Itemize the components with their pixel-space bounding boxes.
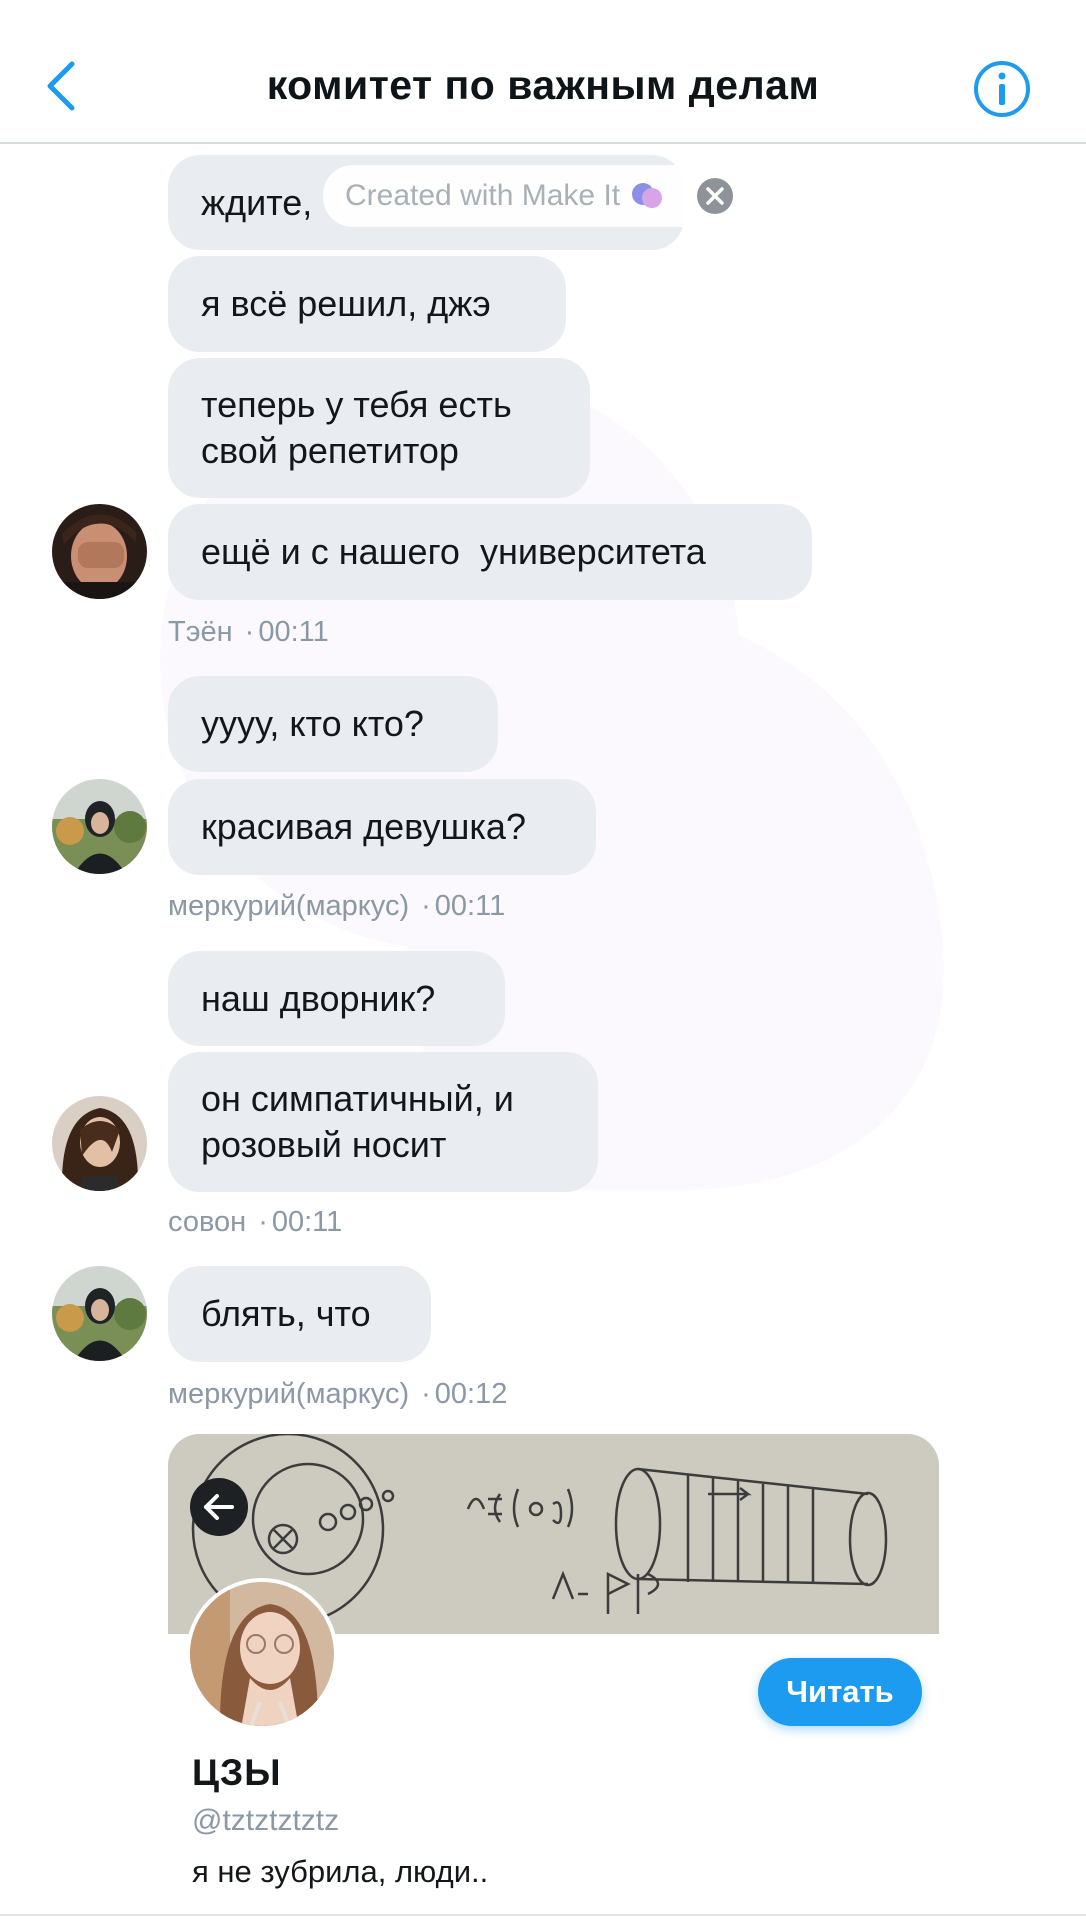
message-time: 00:11 bbox=[258, 616, 329, 648]
message-text: наш дворник? bbox=[201, 977, 436, 1019]
chat-title: комитет по важным делам bbox=[266, 62, 820, 108]
profile-bio: я не зубрила, люди.. bbox=[192, 1854, 489, 1889]
info-circle-icon bbox=[974, 61, 1030, 117]
avatar[interactable] bbox=[52, 1096, 147, 1191]
profile-name: ЦЗЫ bbox=[192, 1752, 282, 1793]
message-bubble[interactable]: я всё решил, джэ bbox=[168, 256, 566, 352]
profile-handle: @tztztztztz bbox=[192, 1804, 340, 1837]
message-meta: Тэён · 00:11 bbox=[168, 616, 329, 649]
meta-separator: · bbox=[421, 890, 431, 922]
message-bubble[interactable]: он симпатичный, и розовый носит bbox=[168, 1052, 598, 1192]
message-bubble[interactable]: красивая девушка? bbox=[168, 779, 596, 875]
message-text: теперь у тебя есть свой репетитор bbox=[201, 384, 512, 471]
sender-name: Тэён bbox=[168, 616, 233, 648]
message-text: ещё и с нашего университета bbox=[201, 531, 706, 572]
arrow-left-icon bbox=[204, 1494, 234, 1520]
message-text: блять, что bbox=[201, 1293, 371, 1334]
message-bubble[interactable]: блять, что bbox=[168, 1266, 431, 1362]
chat-header: комитет по важным делам bbox=[0, 0, 1086, 144]
message-text: ждите, bbox=[201, 181, 313, 223]
profile-card[interactable]: Читать ЦЗЫ @tztztztztz я не зубрила, люд… bbox=[168, 1434, 939, 1920]
message-meta: меркурий(маркус) · 00:12 bbox=[168, 1378, 507, 1411]
meta-separator: · bbox=[258, 1206, 268, 1238]
sender-name: меркурий(маркус) bbox=[168, 1378, 410, 1410]
avatar-sowon-image bbox=[52, 1096, 147, 1191]
message-text: он симпатичный, и розовый носит bbox=[201, 1078, 514, 1165]
profile-avatar-image bbox=[190, 1582, 334, 1726]
profile-avatar[interactable] bbox=[186, 1578, 338, 1730]
info-button[interactable] bbox=[972, 59, 1032, 119]
avatar-mark-image bbox=[52, 779, 147, 874]
message-time: 00:11 bbox=[271, 1206, 343, 1238]
avatar-taeyong-image bbox=[52, 504, 147, 599]
message-text: красивая девушка? bbox=[201, 806, 526, 847]
message-meta: меркурий(маркус) · 00:11 bbox=[168, 890, 505, 923]
message-text: я всё решил, джэ bbox=[201, 283, 491, 324]
avatar[interactable] bbox=[52, 779, 147, 874]
speech-bubbles-icon bbox=[632, 183, 663, 208]
message-bubble[interactable]: уууу, кто кто? bbox=[168, 676, 498, 772]
message-bubble[interactable]: теперь у тебя есть свой репетитор bbox=[168, 358, 590, 498]
meta-separator: · bbox=[244, 616, 255, 648]
message-text: уууу, кто кто? bbox=[201, 703, 424, 744]
follow-button[interactable]: Читать bbox=[758, 1658, 922, 1726]
make-it-watermark: Created with Make It bbox=[323, 165, 743, 227]
watermark-text: Created with Make It bbox=[345, 179, 621, 212]
sender-name: совон bbox=[168, 1206, 247, 1238]
avatar-mark-image bbox=[52, 1266, 147, 1361]
back-arrow-button[interactable] bbox=[190, 1478, 248, 1536]
message-bubble[interactable]: наш дворник? bbox=[168, 951, 505, 1046]
sender-name: меркурий(маркус) bbox=[168, 890, 410, 922]
bottom-divider bbox=[0, 1914, 1086, 1916]
avatar[interactable] bbox=[52, 504, 147, 599]
message-bubble[interactable]: ещё и с нашего университета bbox=[168, 504, 812, 600]
message-meta: совон · 00:11 bbox=[168, 1206, 342, 1239]
meta-separator: · bbox=[421, 1378, 431, 1410]
message-time: 00:11 bbox=[434, 890, 506, 922]
avatar[interactable] bbox=[52, 1266, 147, 1361]
close-icon[interactable] bbox=[697, 178, 733, 214]
message-time: 00:12 bbox=[434, 1378, 508, 1410]
